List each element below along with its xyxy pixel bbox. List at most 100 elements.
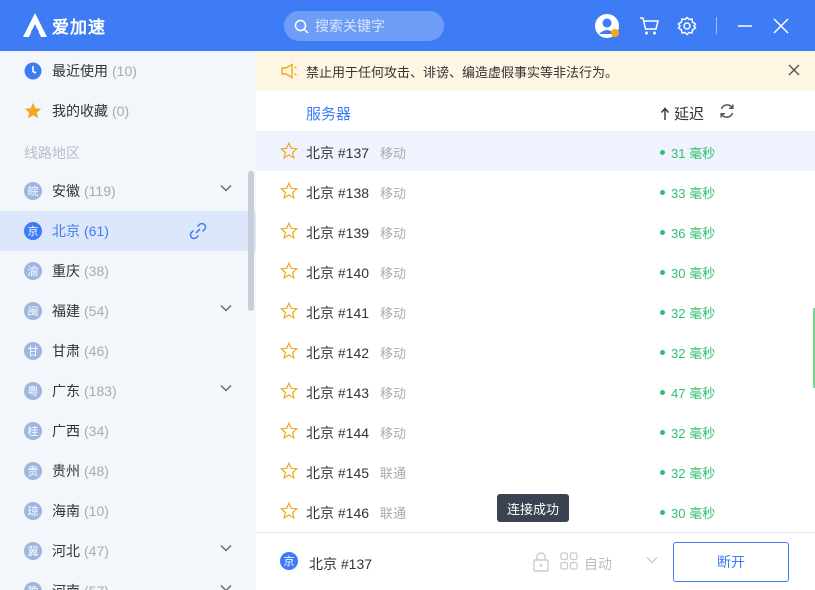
column-server[interactable]: 服务器 <box>306 103 351 124</box>
favorite-star-icon[interactable] <box>280 222 298 240</box>
sidebar-region-item[interactable]: 桂广西 (34) <box>0 411 256 451</box>
server-row[interactable]: 北京 #140 移动 30 毫秒 <box>256 251 815 291</box>
favorite-star-icon[interactable] <box>280 262 298 280</box>
status-dot <box>660 150 665 155</box>
favorite-star-icon[interactable] <box>280 342 298 360</box>
server-row[interactable]: 北京 #142 移动 32 毫秒 <box>256 331 815 371</box>
sidebar-item-recent[interactable]: 最近使用 (10) <box>0 51 256 91</box>
sidebar-region-item[interactable]: 粤广东 (183) <box>0 371 256 411</box>
sidebar-region-item[interactable]: 豫 河南 (57) <box>0 571 256 590</box>
server-row[interactable]: 北京 #138 移动 33 毫秒 <box>256 171 815 211</box>
region-badge: 闽 <box>24 302 42 320</box>
chevron-down-icon[interactable] <box>220 184 232 192</box>
sidebar-region-item[interactable]: 贵贵州 (48) <box>0 451 256 491</box>
region-count: (61) <box>84 223 109 239</box>
link-icon[interactable] <box>188 221 208 241</box>
chevron-down-icon[interactable] <box>220 544 232 552</box>
region-count: (34) <box>84 423 109 439</box>
sidebar-region-item[interactable]: 甘甘肃 (46) <box>0 331 256 371</box>
region-label: 广东 <box>52 383 80 399</box>
minimize-icon <box>738 25 752 27</box>
cart-button[interactable] <box>636 13 662 39</box>
server-row[interactable]: 北京 #145 联通 32 毫秒 <box>256 451 815 491</box>
gear-icon <box>677 16 697 36</box>
sidebar-scrollbar[interactable] <box>248 171 254 311</box>
mode-select-value[interactable]: 自动 <box>584 554 612 574</box>
settings-button[interactable] <box>674 13 700 39</box>
status-dot <box>660 470 665 475</box>
server-ping-value: 32 毫秒 <box>671 426 716 441</box>
favorite-star-icon[interactable] <box>280 302 298 320</box>
server-ping: 32 毫秒 <box>660 343 715 362</box>
server-name: 北京 #140 <box>306 265 370 281</box>
favorite-star-icon[interactable] <box>280 462 298 480</box>
status-dot <box>660 190 665 195</box>
chevron-down-icon[interactable] <box>220 384 232 392</box>
region-label: 海南 <box>52 503 80 519</box>
sidebar-region-item[interactable]: 闽福建 (54) <box>0 291 256 331</box>
favorite-star-icon[interactable] <box>280 422 298 440</box>
server-isp: 移动 <box>380 426 407 441</box>
user-avatar-button[interactable] <box>594 13 620 39</box>
server-isp: 移动 <box>380 146 407 161</box>
server-name: 北京 #145 <box>306 465 370 481</box>
logo-icon <box>23 13 47 37</box>
server-ping: 32 毫秒 <box>660 303 715 322</box>
server-list-header: 服务器 延迟 <box>256 91 815 131</box>
server-ping: 30 毫秒 <box>660 263 715 282</box>
refresh-icon[interactable] <box>718 102 736 120</box>
region-count: (183) <box>84 383 117 399</box>
sidebar-region-item[interactable]: 琼海南 (10) <box>0 491 256 531</box>
close-notice-icon[interactable] <box>787 63 801 77</box>
notice-text: 禁止用于任何攻击、诽谤、编造虚假事实等非法行为。 <box>306 64 619 80</box>
favorite-star-icon[interactable] <box>280 382 298 400</box>
close-button[interactable] <box>768 13 794 39</box>
search-box[interactable] <box>284 11 444 41</box>
server-row[interactable]: 北京 #137 移动 31 毫秒 <box>256 131 815 171</box>
server-ping-value: 31 毫秒 <box>671 146 716 161</box>
region-count: (54) <box>84 303 109 319</box>
status-dot <box>660 390 665 395</box>
megaphone-icon <box>281 63 297 79</box>
server-row[interactable]: 北京 #143 移动 47 毫秒 <box>256 371 815 411</box>
chevron-down-icon[interactable] <box>220 304 232 312</box>
favorite-star-icon[interactable] <box>280 142 298 160</box>
server-name: 北京 #143 <box>306 385 370 401</box>
favorite-star-icon[interactable] <box>280 182 298 200</box>
sidebar-item-label: 最近使用 <box>52 63 108 79</box>
server-row[interactable]: 北京 #139 移动 36 毫秒 <box>256 211 815 251</box>
server-isp: 移动 <box>380 346 407 361</box>
minimize-button[interactable] <box>732 13 758 39</box>
server-name: 北京 #139 <box>306 225 370 241</box>
favorite-star-icon[interactable] <box>280 502 298 520</box>
clock-icon <box>24 62 42 80</box>
disconnect-button[interactable]: 断开 <box>673 542 789 582</box>
server-row[interactable]: 北京 #141 移动 32 毫秒 <box>256 291 815 331</box>
sidebar-region-item[interactable]: 渝重庆 (38) <box>0 251 256 291</box>
sidebar-region-item[interactable]: 冀河北 (47) <box>0 531 256 571</box>
chevron-down-icon[interactable] <box>220 584 232 590</box>
server-isp: 联通 <box>380 506 407 521</box>
region-badge: 冀 <box>24 542 42 560</box>
region-count: (47) <box>84 543 109 559</box>
search-input[interactable] <box>315 18 435 34</box>
server-ping: 31 毫秒 <box>660 143 715 162</box>
column-latency[interactable]: 延迟 <box>660 103 704 124</box>
column-latency-label: 延迟 <box>674 106 705 123</box>
server-isp: 联通 <box>380 466 407 481</box>
grid-mode-icon[interactable] <box>560 552 578 570</box>
region-count: (38) <box>84 263 109 279</box>
region-label: 贵州 <box>52 463 80 479</box>
status-dot <box>660 510 665 515</box>
server-row[interactable]: 北京 #144 移动 32 毫秒 <box>256 411 815 451</box>
sidebar-region-item[interactable]: 皖安徽 (119) <box>0 171 256 211</box>
region-badge: 贵 <box>24 462 42 480</box>
sidebar-region-item[interactable]: 京北京 (61) <box>0 211 256 251</box>
connection-bar: 京 北京 #137 自动 断开 <box>256 532 815 590</box>
chevron-down-icon[interactable] <box>646 556 658 564</box>
sidebar-item-favorites[interactable]: 我的收藏 (0) <box>0 91 256 131</box>
status-dot <box>660 230 665 235</box>
search-icon <box>294 19 309 34</box>
lock-icon[interactable] <box>532 552 550 572</box>
server-isp: 移动 <box>380 386 407 401</box>
